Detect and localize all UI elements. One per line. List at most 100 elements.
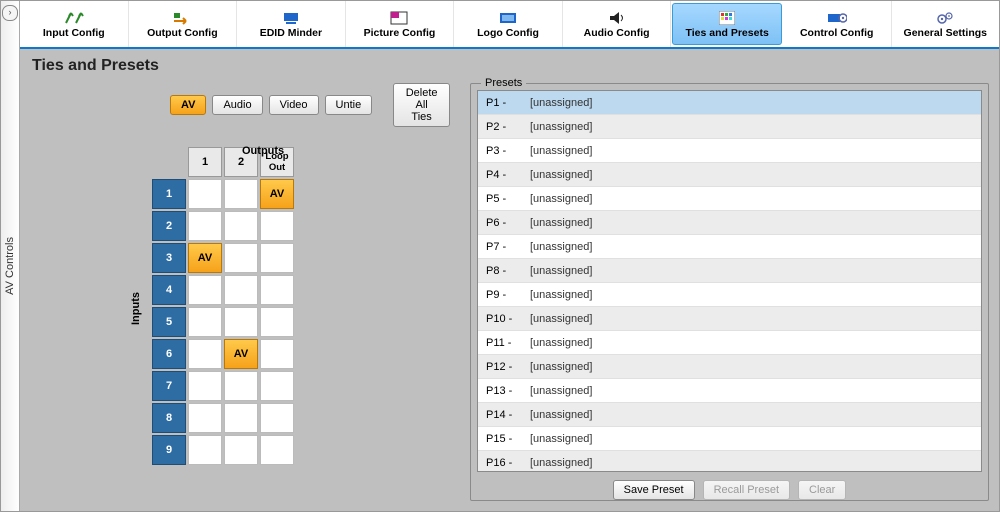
tie-cell[interactable] [224, 179, 258, 209]
preset-row[interactable]: P5 -[unassigned] [478, 187, 981, 211]
tie-cell[interactable] [188, 307, 222, 337]
toolbar-label: Logo Config [477, 27, 539, 39]
preset-id: P1 - [486, 97, 530, 109]
tie-cell[interactable] [260, 211, 294, 241]
toolbar-control-config[interactable]: Control Config [783, 1, 892, 47]
toolbar-label: Input Config [43, 27, 105, 39]
preset-row[interactable]: P2 -[unassigned] [478, 115, 981, 139]
tie-cell[interactable]: AV [224, 339, 258, 369]
preset-row[interactable]: P9 -[unassigned] [478, 283, 981, 307]
preset-id: P7 - [486, 241, 530, 253]
tie-cell[interactable] [188, 211, 222, 241]
tie-cell[interactable] [224, 403, 258, 433]
preset-name: [unassigned] [530, 193, 592, 205]
preset-id: P13 - [486, 385, 530, 397]
preset-row[interactable]: P14 -[unassigned] [478, 403, 981, 427]
untie-button[interactable]: Untie [325, 95, 373, 115]
preset-id: P5 - [486, 193, 530, 205]
tie-cell[interactable] [260, 339, 294, 369]
preset-row[interactable]: P7 -[unassigned] [478, 235, 981, 259]
preset-row[interactable]: P3 -[unassigned] [478, 139, 981, 163]
delete-all-ties-button[interactable]: Delete All Ties [393, 83, 450, 127]
preset-id: P3 - [486, 145, 530, 157]
preset-name: [unassigned] [530, 217, 592, 229]
preset-row[interactable]: P12 -[unassigned] [478, 355, 981, 379]
tie-cell[interactable] [224, 275, 258, 305]
preset-name: [unassigned] [530, 457, 592, 469]
tie-cell[interactable] [260, 435, 294, 465]
columns: AV Audio Video Untie Delete All Ties Out… [30, 83, 989, 501]
preset-id: P11 - [486, 337, 530, 349]
tie-cell[interactable] [224, 435, 258, 465]
tie-cell[interactable] [224, 307, 258, 337]
preset-row[interactable]: P11 -[unassigned] [478, 331, 981, 355]
preset-row[interactable]: P13 -[unassigned] [478, 379, 981, 403]
input-header: 6 [152, 339, 186, 369]
toolbar-edid-minder[interactable]: EDID Minder [237, 1, 346, 47]
preset-row[interactable]: P1 -[unassigned] [478, 91, 981, 115]
page-title: Ties and Presets [32, 57, 989, 75]
preset-name: [unassigned] [530, 337, 592, 349]
tie-cell[interactable] [188, 371, 222, 401]
tie-cell[interactable] [260, 243, 294, 273]
preset-row[interactable]: P4 -[unassigned] [478, 163, 981, 187]
preset-id: P12 - [486, 361, 530, 373]
av-button[interactable]: AV [170, 95, 206, 115]
tie-cell[interactable]: AV [260, 179, 294, 209]
tie-grid-wrap: Outputs Inputs 12LoopOut1AV23AV456AV789 [150, 145, 450, 467]
inputs-label: Inputs [130, 292, 142, 325]
toolbar-input-config[interactable]: Input Config [20, 1, 129, 47]
preset-list[interactable]: P1 -[unassigned]P2 -[unassigned]P3 -[una… [477, 90, 982, 472]
audio-icon [607, 10, 627, 26]
toolbar-logo-config[interactable]: Logo Config [454, 1, 563, 47]
preset-name: [unassigned] [530, 409, 592, 421]
preset-id: P10 - [486, 313, 530, 325]
toolbar-label: General Settings [904, 27, 987, 39]
input-header: 7 [152, 371, 186, 401]
tie-cell[interactable] [188, 435, 222, 465]
save-preset-button[interactable]: Save Preset [613, 480, 695, 500]
tie-cell[interactable] [188, 179, 222, 209]
preset-id: P6 - [486, 217, 530, 229]
tie-cell[interactable] [224, 211, 258, 241]
toolbar-label: Picture Config [364, 27, 436, 39]
toolbar-label: Audio Config [584, 27, 650, 39]
audio-button[interactable]: Audio [212, 95, 262, 115]
input-header: 9 [152, 435, 186, 465]
logo-icon [498, 10, 518, 26]
preset-row[interactable]: P10 -[unassigned] [478, 307, 981, 331]
toolbar-ties-presets[interactable]: Ties and Presets [672, 3, 782, 45]
preset-row[interactable]: P6 -[unassigned] [478, 211, 981, 235]
toolbar-audio-config[interactable]: Audio Config [563, 1, 672, 47]
preset-row[interactable]: P15 -[unassigned] [478, 427, 981, 451]
tie-cell[interactable] [188, 403, 222, 433]
preset-buttons: Save Preset Recall Preset Clear [477, 480, 982, 500]
preset-name: [unassigned] [530, 313, 592, 325]
video-button[interactable]: Video [269, 95, 319, 115]
tie-grid: 12LoopOut1AV23AV456AV789 [150, 145, 296, 467]
tie-cell[interactable] [260, 307, 294, 337]
tie-cell[interactable] [188, 339, 222, 369]
tie-cell[interactable] [260, 371, 294, 401]
preset-name: [unassigned] [530, 385, 592, 397]
gear-icon [935, 10, 955, 26]
tie-cell[interactable] [188, 275, 222, 305]
recall-preset-button[interactable]: Recall Preset [703, 480, 790, 500]
preset-row[interactable]: P16 -[unassigned] [478, 451, 981, 472]
tie-cell[interactable] [224, 371, 258, 401]
preset-name: [unassigned] [530, 241, 592, 253]
top-toolbar: Input Config Output Config EDID Minder P… [20, 1, 999, 49]
output-config-icon [172, 10, 192, 26]
tie-cell[interactable] [260, 275, 294, 305]
tie-cell[interactable] [224, 243, 258, 273]
toolbar-picture-config[interactable]: Picture Config [346, 1, 455, 47]
ties-column: AV Audio Video Untie Delete All Ties Out… [30, 83, 450, 501]
toolbar-general-settings[interactable]: General Settings [892, 1, 1000, 47]
tie-cell[interactable] [260, 403, 294, 433]
preset-name: [unassigned] [530, 265, 592, 277]
clear-preset-button[interactable]: Clear [798, 480, 846, 500]
toolbar-output-config[interactable]: Output Config [129, 1, 238, 47]
tie-cell[interactable]: AV [188, 243, 222, 273]
preset-row[interactable]: P8 -[unassigned] [478, 259, 981, 283]
expand-rail-button[interactable]: › [2, 5, 18, 21]
